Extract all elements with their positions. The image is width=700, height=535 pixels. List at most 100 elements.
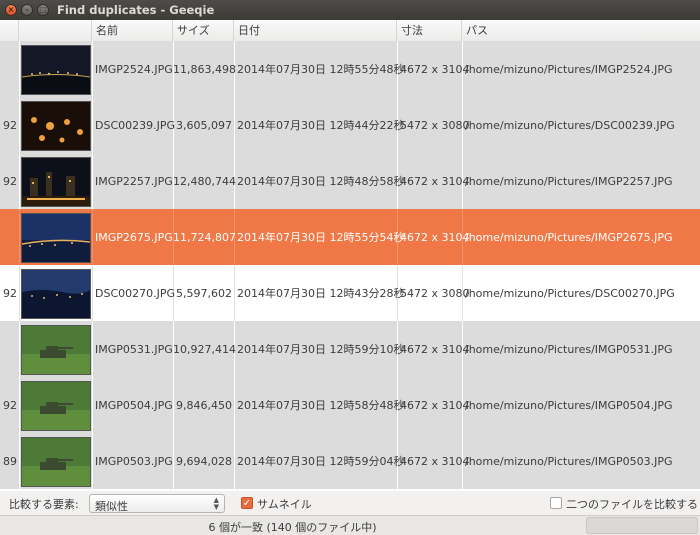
row-filesize: 3,605,097 (176, 119, 232, 132)
row-dimensions: 4672 x 3104 (400, 455, 470, 468)
dusk-city-thumbnail (21, 213, 91, 263)
column-divider (234, 377, 235, 433)
column-divider (92, 433, 93, 489)
row-filename: IMGP2257.JPG (95, 175, 173, 188)
row-filesize: 5,597,602 (176, 287, 232, 300)
column-divider (19, 41, 20, 97)
column-divider (92, 153, 93, 209)
column-divider (92, 97, 93, 153)
column-divider (19, 321, 20, 377)
row-date: 2014年07月30日 12時58分48秒 (237, 399, 405, 412)
column-divider (234, 97, 235, 153)
night-harbor-thumbnail (21, 45, 91, 95)
column-header-row: 名前 サイズ 日付 寸法 パス (0, 20, 700, 42)
row-path: /home/mizuno/Pictures/IMGP2257.JPG (465, 175, 673, 188)
table-row[interactable]: 89 IMGP0503.JPG 9,694,028 2014年07月30日 12時59… (0, 433, 700, 489)
column-divider (19, 209, 20, 265)
row-path: /home/mizuno/Pictures/IMGP0504.JPG (465, 399, 673, 412)
column-header-rank[interactable] (0, 20, 19, 41)
row-date: 2014年07月30日 12時59分04秒 (237, 455, 405, 468)
row-date: 2014年07月30日 12時43分28秒 (237, 287, 405, 300)
table-row[interactable]: 92 DSC00270.JPG 5,597,602 2014年07月30日 12時43… (0, 265, 700, 321)
options-bar: 比較する要素: 類似性 ▲ ▼ ✓ サムネイル 二つのファイルを比較する (0, 491, 700, 515)
row-dimensions: 4672 x 3104 (400, 399, 470, 412)
compare-two-files-checkbox[interactable] (550, 497, 562, 509)
row-date: 2014年07月30日 12時55分48秒 (237, 63, 405, 76)
column-divider (19, 153, 20, 209)
row-filename: DSC00239.JPG (95, 119, 176, 132)
column-divider (92, 41, 93, 97)
row-rank: 92 (3, 175, 17, 188)
column-header-name[interactable]: 名前 (92, 20, 173, 41)
column-header-dimensions[interactable]: 寸法 (397, 20, 462, 41)
row-path: /home/mizuno/Pictures/DSC00239.JPG (465, 119, 675, 132)
column-header-size[interactable]: サイズ (173, 20, 234, 41)
row-rank (0, 41, 18, 97)
row-filename: IMGP2524.JPG (95, 63, 173, 76)
table-row-selected[interactable]: IMGP2675.JPG 11,724,807 2014年07月30日 12時55分… (0, 209, 700, 265)
row-filesize: 10,927,414 (173, 343, 236, 356)
status-bar: 6 個が一致 (140 個のファイル中) (0, 515, 700, 535)
row-rank: 92 (3, 399, 17, 412)
title-bar: × – □ Find duplicates - Geeqie (0, 0, 700, 20)
row-dimensions: 4672 x 3104 (400, 175, 470, 188)
close-icon[interactable]: × (5, 4, 17, 16)
row-date: 2014年07月30日 12時44分22秒 (237, 119, 405, 132)
maximize-icon[interactable]: □ (37, 4, 49, 16)
row-rank: 92 (3, 287, 17, 300)
tank-field-thumbnail (21, 381, 91, 431)
row-filesize: 9,846,450 (176, 399, 232, 412)
night-lights-thumbnail (21, 101, 91, 151)
column-divider (19, 97, 20, 153)
column-header-thumbnail[interactable] (19, 20, 92, 41)
row-filename: IMGP2675.JPG (95, 231, 173, 244)
row-filename: IMGP0504.JPG (95, 399, 173, 412)
row-rank: 89 (3, 455, 17, 468)
tank-field-thumbnail (21, 325, 91, 375)
table-row[interactable]: 92 IMGP2257.JPG 12,480,744 2014年07月30日 12時4… (0, 153, 700, 209)
row-filename: IMGP0503.JPG (95, 455, 173, 468)
table-row[interactable]: 92 IMGP0504.JPG 9,846,450 2014年07月30日 12時58… (0, 377, 700, 433)
column-divider (92, 321, 93, 377)
compare-by-select[interactable]: 類似性 ▲ ▼ (89, 494, 225, 513)
row-filesize: 11,724,807 (173, 231, 236, 244)
table-row[interactable]: IMGP0531.JPG 10,927,414 2014年07月30日 12時59分… (0, 321, 700, 377)
row-rank: 92 (3, 119, 17, 132)
row-date: 2014年07月30日 12時55分54秒 (237, 231, 405, 244)
row-rank (0, 321, 18, 377)
compare-by-value: 類似性 (95, 500, 128, 513)
minimize-icon[interactable]: – (21, 4, 33, 16)
updown-arrows-icon: ▲ ▼ (213, 496, 219, 511)
row-dimensions: 4672 x 3104 (400, 231, 470, 244)
table-row[interactable]: IMGP2524.JPG 11,863,498 2014年07月30日 12時55分… (0, 41, 700, 97)
column-divider (19, 377, 20, 433)
row-path: /home/mizuno/Pictures/IMGP2675.JPG (465, 231, 673, 244)
column-divider (92, 377, 93, 433)
row-path: /home/mizuno/Pictures/IMGP2524.JPG (465, 63, 673, 76)
column-header-path[interactable]: パス (462, 20, 700, 41)
tank-field-thumbnail (21, 437, 91, 487)
row-filesize: 12,480,744 (173, 175, 236, 188)
column-divider (234, 433, 235, 489)
window-title: Find duplicates - Geeqie (57, 3, 215, 17)
column-header-date[interactable]: 日付 (234, 20, 397, 41)
row-date: 2014年07月30日 12時48分58秒 (237, 175, 405, 188)
duplicates-list[interactable]: 名前 サイズ 日付 寸法 パス IMGP2524.JPG 11,863,498 20… (0, 20, 700, 491)
thumbnails-label[interactable]: サムネイル (257, 496, 312, 512)
table-row[interactable]: 92 DSC00239.JPG 3,605,097 2014年07月30日 12時44… (0, 97, 700, 153)
night-city-thumbnail (21, 157, 91, 207)
row-filesize: 9,694,028 (176, 455, 232, 468)
column-divider (234, 265, 235, 321)
dusk-bay-thumbnail (21, 269, 91, 319)
column-divider (92, 209, 93, 265)
row-path: /home/mizuno/Pictures/IMGP0503.JPG (465, 455, 673, 468)
thumbnails-checkbox[interactable]: ✓ (241, 497, 253, 509)
progress-indicator (586, 517, 698, 534)
row-path: /home/mizuno/Pictures/DSC00270.JPG (465, 287, 675, 300)
row-filename: IMGP0531.JPG (95, 343, 173, 356)
row-rank (0, 209, 18, 265)
row-dimensions: 4672 x 3104 (400, 343, 470, 356)
column-divider (19, 433, 20, 489)
compare-two-files-label[interactable]: 二つのファイルを比較する (566, 496, 698, 512)
row-path: /home/mizuno/Pictures/IMGP0531.JPG (465, 343, 673, 356)
